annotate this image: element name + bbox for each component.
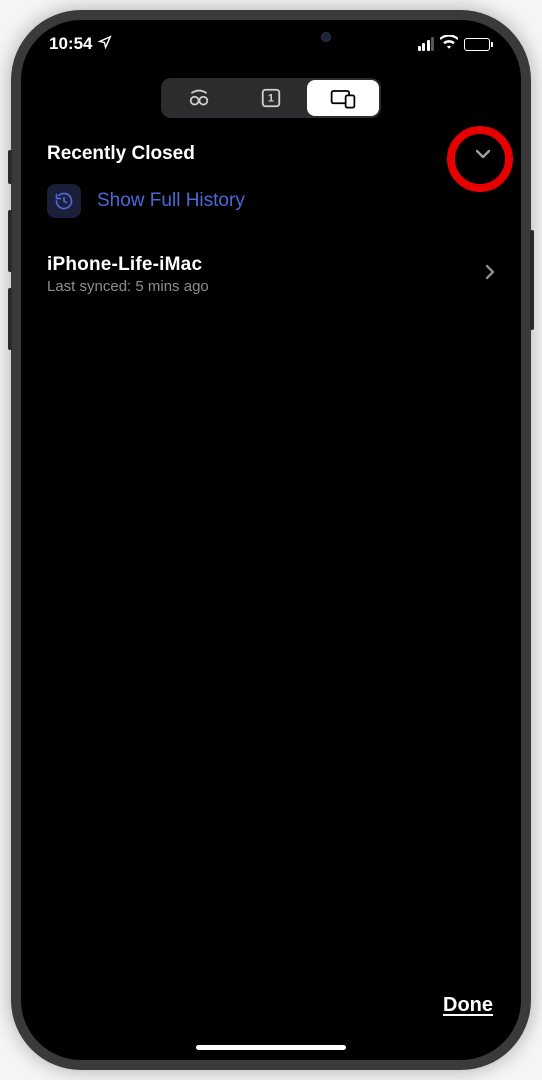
- phone-frame: 10:54: [11, 10, 531, 1070]
- front-camera: [321, 32, 331, 42]
- silent-switch: [8, 150, 12, 184]
- tab-local-tabs[interactable]: 1: [235, 80, 307, 116]
- synced-device-row[interactable]: iPhone-Life-iMac Last synced: 5 mins ago: [21, 232, 521, 317]
- bottom-toolbar: Done: [21, 980, 521, 1050]
- notch: [166, 20, 376, 54]
- volume-down: [8, 288, 12, 350]
- home-indicator[interactable]: [196, 1045, 346, 1050]
- screen: 10:54: [21, 20, 521, 1060]
- history-icon: [47, 184, 81, 218]
- device-name: iPhone-Life-iMac: [47, 254, 209, 276]
- volume-up: [8, 210, 12, 272]
- svg-text:1: 1: [268, 93, 274, 105]
- power-button: [530, 230, 534, 330]
- wifi-icon: [440, 34, 458, 54]
- cellular-signal-icon: [418, 37, 435, 51]
- done-button[interactable]: Done: [443, 994, 493, 1017]
- battery-icon: [464, 38, 493, 51]
- chevron-right-icon: [485, 264, 495, 285]
- recently-closed-header[interactable]: Recently Closed: [21, 118, 521, 170]
- tab-private[interactable]: [163, 80, 235, 116]
- tab-other-devices[interactable]: [307, 80, 379, 116]
- clock: 10:54: [49, 34, 92, 54]
- show-full-history-label: Show Full History: [97, 190, 245, 212]
- location-arrow-icon: [98, 34, 112, 54]
- tab-type-segmented-control: 1: [161, 78, 381, 118]
- chevron-down-icon[interactable]: [471, 142, 495, 166]
- show-full-history-row[interactable]: Show Full History: [21, 170, 521, 232]
- section-title: Recently Closed: [47, 143, 195, 165]
- device-sync-status: Last synced: 5 mins ago: [47, 278, 209, 295]
